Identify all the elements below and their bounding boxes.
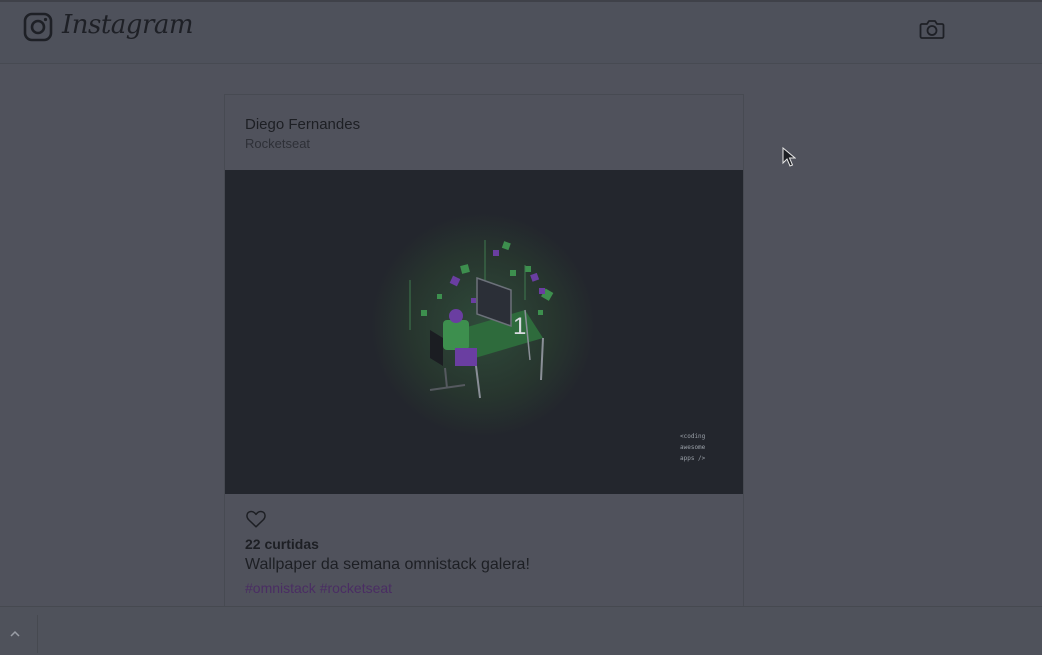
heart-icon[interactable] — [245, 508, 267, 530]
feed-post: Diego Fernandes Rocketseat 1 <coding awe… — [224, 94, 744, 609]
top-bar: Instagram — [0, 0, 1042, 64]
image-tagline: <coding awesome apps /> — [680, 433, 706, 462]
slide-number: 1 — [513, 313, 527, 340]
post-image[interactable]: 1 <coding awesome apps /> — [225, 170, 743, 494]
camera-icon[interactable] — [919, 17, 945, 41]
post-hashtags[interactable]: #omnistack #rocketseat — [245, 580, 392, 596]
instagram-icon[interactable] — [23, 12, 53, 42]
mouse-cursor-icon — [782, 147, 796, 167]
instagram-logo-text[interactable]: Instagram — [62, 10, 194, 40]
post-author-name[interactable]: Diego Fernandes — [245, 116, 360, 133]
post-description: Wallpaper da semana omnistack galera! — [245, 556, 530, 573]
chevron-up-icon — [10, 630, 20, 637]
collapse-button[interactable] — [0, 615, 38, 653]
bottom-bar — [0, 606, 1042, 655]
post-author-place: Rocketseat — [245, 136, 311, 151]
post-image-illustration — [371, 213, 595, 437]
likes-count: 22 curtidas — [245, 536, 319, 552]
